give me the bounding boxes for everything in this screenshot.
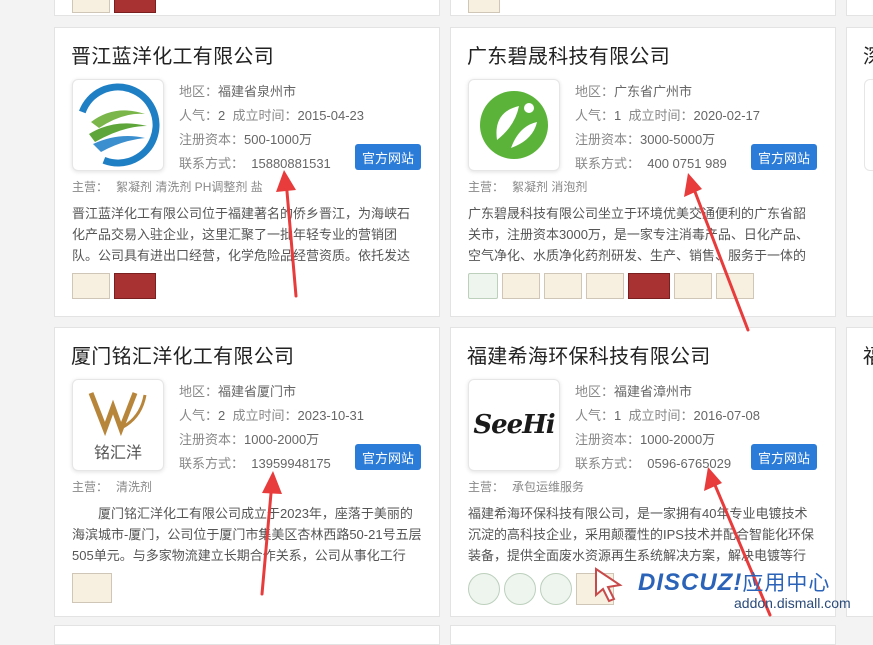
contact-value: 400 0751 989: [647, 156, 727, 171]
capital-line: 注册资本：500-1000万: [179, 132, 312, 147]
region-value: 广东省广州市: [614, 84, 693, 99]
capital-value: 1000-2000万: [244, 432, 320, 447]
company-card-partial-top-right: [846, 0, 873, 16]
contact-line: 联系方式： 15880881531: [179, 156, 331, 171]
certificate-image[interactable]: [504, 573, 536, 605]
official-site-button[interactable]: 官方网站: [751, 144, 817, 170]
contact-line: 联系方式： 400 0751 989: [575, 156, 727, 171]
contact-value: 15880881531: [251, 156, 331, 171]
certificate-image[interactable]: [114, 273, 156, 299]
contact-line: 联系方式： 13959948175: [179, 456, 331, 471]
region-value: 福建省厦门市: [218, 384, 297, 399]
capital-line: 注册资本：1000-2000万: [179, 432, 320, 447]
main-business: 主营： 絮凝剂 清洗剂 PH调整剂 盐: [72, 180, 263, 194]
certificate-image[interactable]: [716, 273, 754, 299]
certificate-image: [72, 0, 110, 13]
certificate-list: [72, 273, 156, 299]
certificate-image[interactable]: [628, 273, 670, 299]
founded-value: 2020-02-17: [693, 108, 761, 123]
popularity-line: 人气：2 成立时间：2015-04-23: [179, 108, 365, 123]
official-site-button[interactable]: 官方网站: [355, 444, 421, 470]
certificate-image[interactable]: [502, 273, 540, 299]
company-name[interactable]: 福建希海环保科技有限公司: [467, 340, 711, 369]
company-card[interactable]: 广东碧晟科技有限公司 地区：广东省广州市 人气：1 成立时间：2020-02-1…: [450, 27, 836, 317]
main-business: 主营： 絮凝剂 消泡剂: [468, 180, 588, 194]
certificate-list: [72, 573, 112, 603]
company-card-partial-right[interactable]: 深: [846, 27, 873, 317]
certificate-image[interactable]: [674, 273, 712, 299]
certificate-image: [468, 0, 500, 13]
company-card-partial-bottom: [54, 625, 440, 645]
company-name-partial[interactable]: 福: [863, 340, 873, 369]
capital-line: 注册资本：3000-5000万: [575, 132, 716, 147]
seehi-logo-text: SeeHi: [473, 410, 555, 440]
company-description: 晋江蓝洋化工有限公司位于福建著名的侨乡晋江，为海峡石化产品交易入驻企业，这里汇聚…: [72, 206, 411, 263]
official-site-button[interactable]: 官方网站: [751, 444, 817, 470]
popularity-value: 2: [218, 408, 226, 423]
certificate-image[interactable]: [72, 273, 110, 299]
certificate-list: [468, 573, 614, 605]
certificate-image[interactable]: [72, 573, 112, 603]
company-card-partial-right[interactable]: 福: [846, 327, 873, 617]
contact-value: 13959948175: [251, 456, 331, 471]
company-description: 福建希海环保科技有限公司，是一家拥有40年专业电镀技术沉淀的高科技企业，采用颠覆…: [468, 506, 814, 563]
logo-text: 铭汇洋: [93, 445, 142, 462]
company-logo[interactable]: [72, 79, 164, 171]
capital-value: 3000-5000万: [640, 132, 716, 147]
certificate-image[interactable]: [468, 273, 498, 299]
leaf-logo-icon: [480, 91, 548, 159]
company-logo[interactable]: [468, 79, 560, 171]
company-description: 厦门铭汇洋化工有限公司成立于2023年，座落于美丽的海滨城市-厦门，公司位于厦门…: [72, 506, 422, 563]
main-business: 主营： 清洗剂: [72, 480, 153, 494]
company-logo[interactable]: 铭汇洋: [72, 379, 164, 471]
official-site-button[interactable]: 官方网站: [355, 144, 421, 170]
certificate-image[interactable]: [576, 573, 614, 605]
company-name[interactable]: 厦门铭汇洋化工有限公司: [71, 340, 294, 369]
company-logo[interactable]: SeeHi: [468, 379, 560, 471]
popularity-value: 1: [614, 108, 622, 123]
popularity-value: 1: [614, 408, 622, 423]
company-card-partial-top-left: [54, 0, 440, 16]
company-name[interactable]: 广东碧晟科技有限公司: [467, 40, 670, 69]
contact-value: 0596-6765029: [647, 456, 732, 471]
region-value: 福建省漳州市: [614, 384, 693, 399]
popularity-line: 人气：1 成立时间：2020-02-17: [575, 108, 761, 123]
certificate-list: [468, 273, 754, 299]
popularity-line: 人气：2 成立时间：2023-10-31: [179, 408, 365, 423]
company-logo-partial[interactable]: [864, 79, 873, 171]
region-line: 地区：福建省漳州市: [575, 384, 693, 399]
company-name-partial[interactable]: 深: [863, 40, 873, 69]
capital-line: 注册资本：1000-2000万: [575, 432, 716, 447]
certificate-image[interactable]: [468, 573, 500, 605]
company-card[interactable]: 厦门铭汇洋化工有限公司 铭汇洋 地区：福建省厦门市 人气：2 成立时间：2023…: [54, 327, 440, 617]
company-name[interactable]: 晋江蓝洋化工有限公司: [71, 40, 274, 69]
certificate-image[interactable]: [540, 573, 572, 605]
main-business: 主营： 承包运维服务: [468, 480, 585, 494]
popularity-line: 人气：1 成立时间：2016-07-08: [575, 408, 761, 423]
founded-value: 2016-07-08: [693, 408, 761, 423]
founded-value: 2023-10-31: [297, 408, 365, 423]
region-line: 地区：福建省泉州市: [179, 84, 297, 99]
company-card-partial-top-middle: [450, 0, 836, 16]
capital-value: 500-1000万: [244, 132, 312, 147]
mhy-logo-icon: [88, 392, 147, 437]
capital-value: 1000-2000万: [640, 432, 716, 447]
certificate-image[interactable]: [544, 273, 582, 299]
contact-line: 联系方式： 0596-6765029: [575, 456, 732, 471]
popularity-value: 2: [218, 108, 226, 123]
region-line: 地区：广东省广州市: [575, 84, 693, 99]
region-value: 福建省泉州市: [218, 84, 297, 99]
company-card[interactable]: 晋江蓝洋化工有限公司 地区：福建省泉州市 人气：2 成立时间：2015-04-2…: [54, 27, 440, 317]
wave-logo-icon: [76, 83, 160, 167]
founded-value: 2015-04-23: [297, 108, 365, 123]
company-card-partial-bottom: [450, 625, 836, 645]
certificate-image: [114, 0, 156, 13]
company-description: 广东碧晟科技有限公司坐立于环境优美交通便利的广东省韶关市，注册资本3000万，是…: [468, 206, 809, 263]
certificate-image[interactable]: [586, 273, 624, 299]
region-line: 地区：福建省厦门市: [179, 384, 297, 399]
company-card[interactable]: 福建希海环保科技有限公司 SeeHi 地区：福建省漳州市 人气：1 成立时间：2…: [450, 327, 836, 617]
